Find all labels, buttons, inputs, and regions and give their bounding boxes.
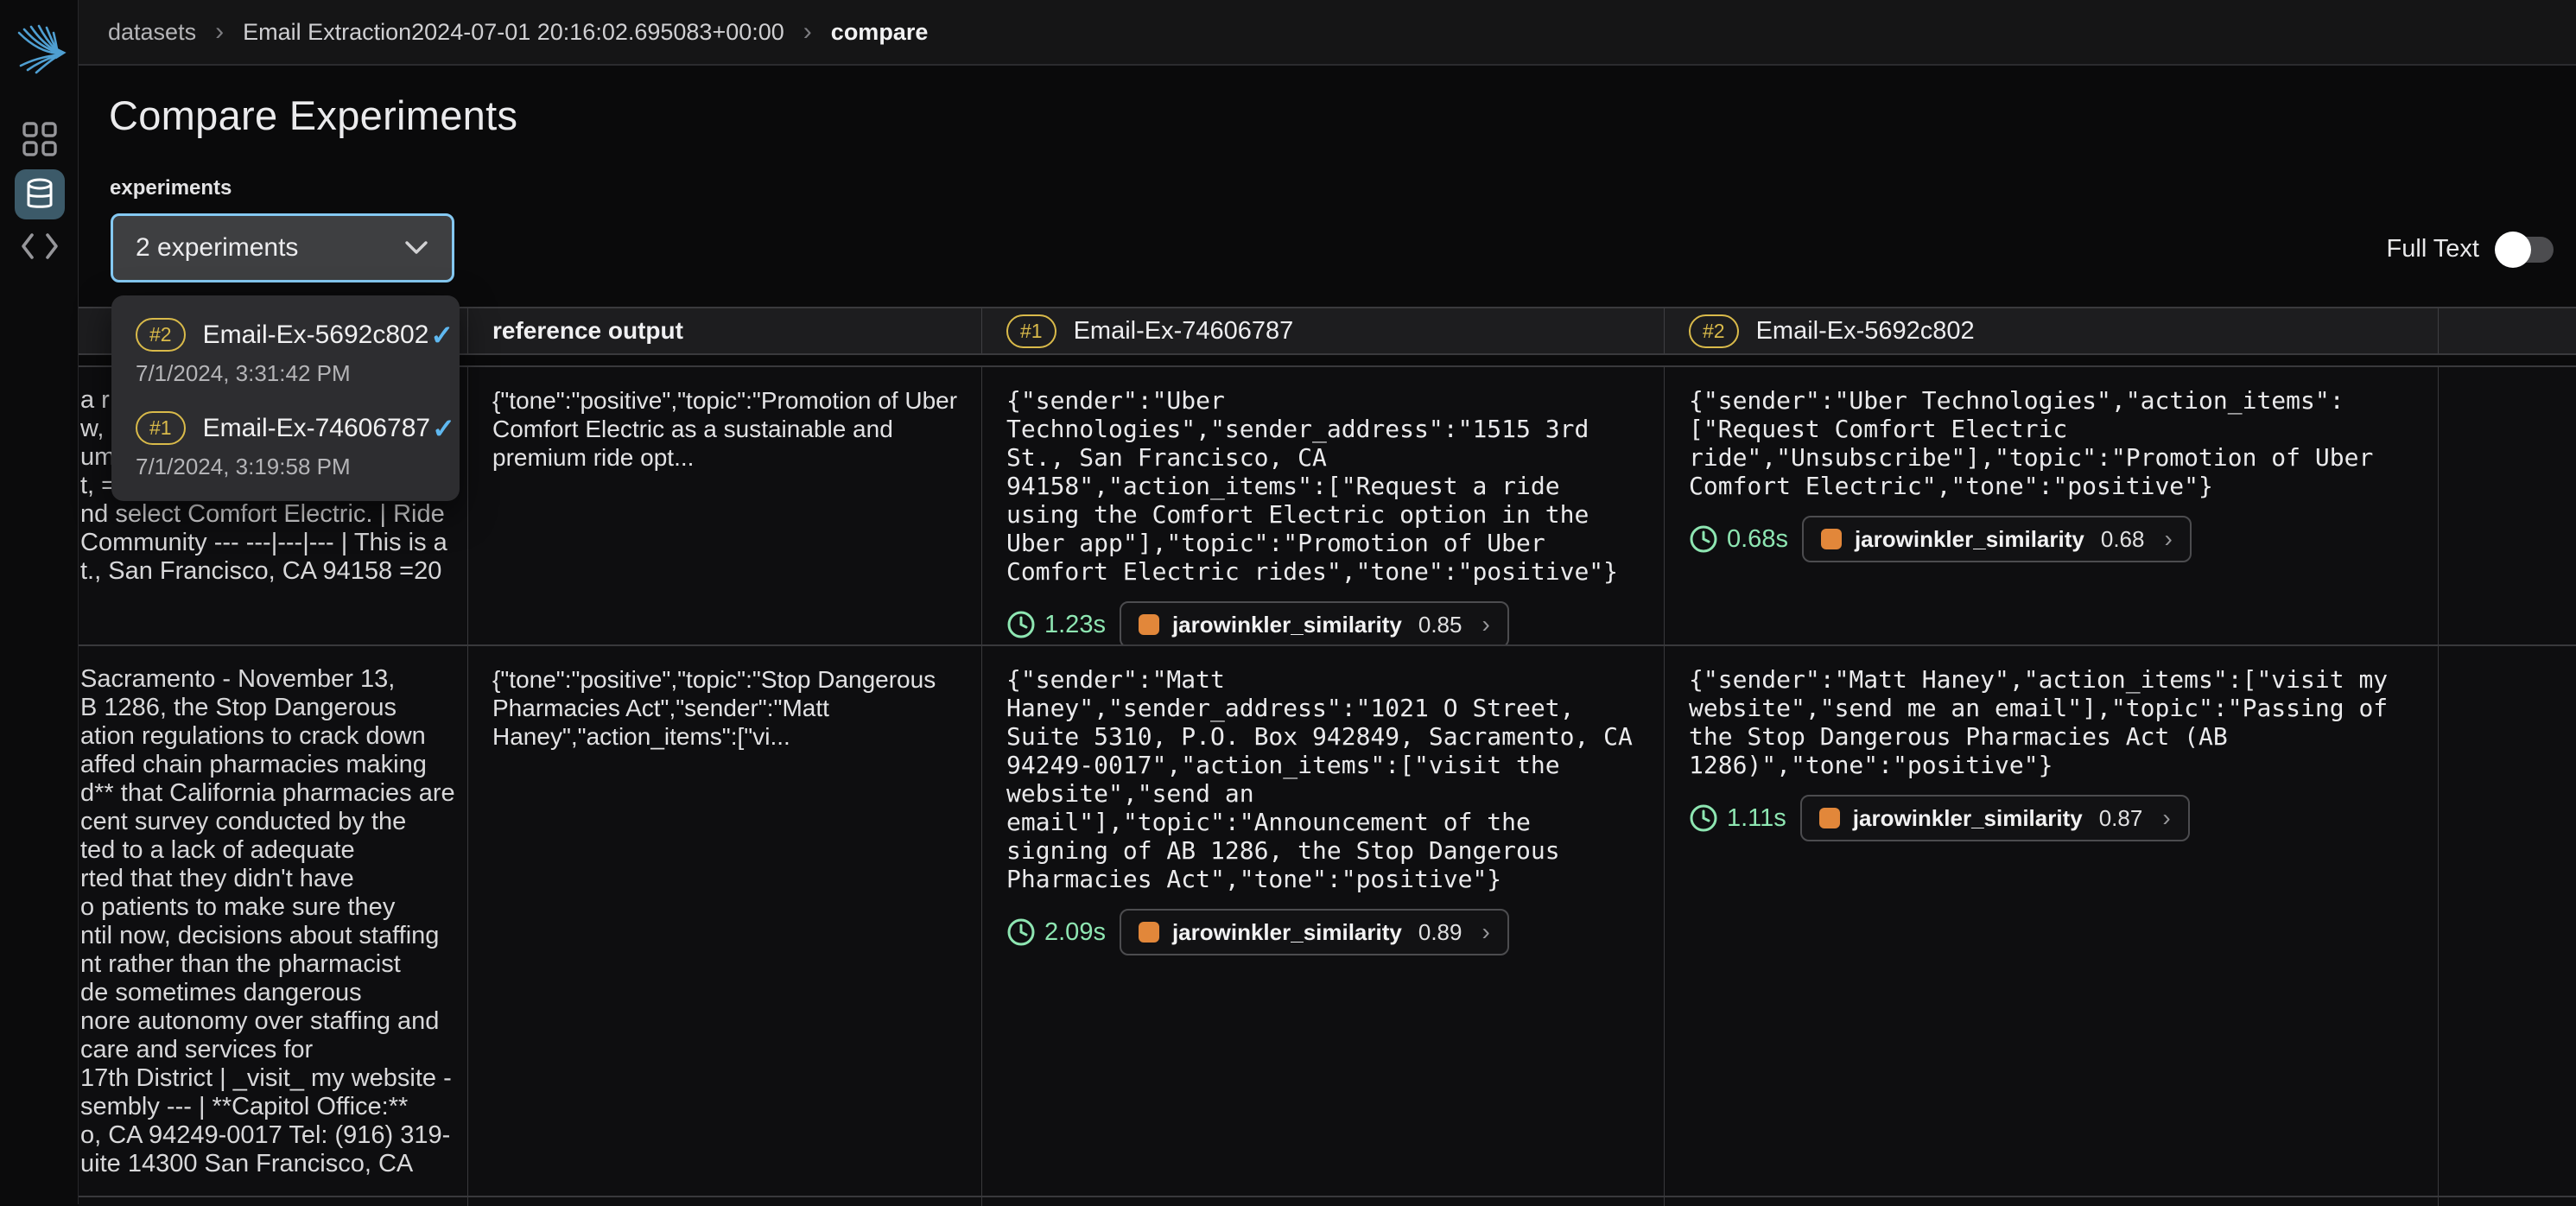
- sidebar: [0, 0, 79, 1204]
- bird-logo-icon: [12, 21, 67, 78]
- sidebar-item-playground[interactable]: [0, 232, 79, 261]
- cell-input: Sacramento - November 13, B 1286, the St…: [79, 646, 468, 1196]
- metric-name: jarowinkler_similarity: [1172, 919, 1402, 946]
- metric-name: jarowinkler_similarity: [1853, 805, 2083, 832]
- header-extra-column: [2439, 308, 2576, 353]
- metric-color-swatch-icon: [1139, 922, 1159, 943]
- breadcrumb-compare: compare: [831, 19, 929, 46]
- metric-name: jarowinkler_similarity: [1855, 526, 2084, 553]
- experiments-dropdown-menu: #2 Email-Ex-5692c802 ✓ 7/1/2024, 3:31:42…: [111, 295, 460, 501]
- chevron-right-icon: ›: [2162, 804, 2170, 832]
- cell-experiment-1-output: {"sender":"Uber Technologies","sender_ad…: [982, 367, 1665, 644]
- metric-score: 0.85: [1418, 612, 1462, 638]
- header-experiment-1[interactable]: #1 Email-Ex-74606787: [982, 308, 1665, 353]
- sidebar-item-home[interactable]: [0, 121, 79, 157]
- experiment-option-name: Email-Ex-74606787: [203, 414, 430, 443]
- run-feedback: 1.23s jarowinkler_similarity 0.85 ›: [1006, 601, 1643, 644]
- latency: 0.68s: [1689, 524, 1788, 554]
- metric-score: 0.87: [2099, 805, 2143, 832]
- breadcrumb-datasets[interactable]: datasets: [108, 19, 196, 46]
- database-icon: [24, 178, 55, 211]
- chevron-down-icon: [403, 239, 429, 257]
- feedback-chip[interactable]: jarowinkler_similarity 0.68 ›: [1802, 516, 2192, 562]
- experiment-name: Email-Ex-74606787: [1074, 317, 1294, 346]
- experiment-output-json: {"sender":"Uber Technologies","sender_ad…: [1006, 386, 1643, 586]
- chevron-right-icon: ›: [2164, 525, 2172, 553]
- metric-color-swatch-icon: [1821, 529, 1842, 549]
- reference-output-text: {"tone":"positive","topic":"Stop Dangero…: [492, 665, 961, 751]
- experiment-rank-badge: #1: [136, 411, 186, 445]
- code-brackets-icon: [20, 232, 60, 261]
- breadcrumb-dataset-name[interactable]: Email Extraction2024-07-01 20:16:02.6950…: [243, 19, 784, 46]
- clock-icon: [1689, 803, 1718, 833]
- cell-extra: [2439, 646, 2576, 1196]
- topbar: datasets › Email Extraction2024-07-01 20…: [79, 0, 2576, 66]
- experiments-select-label: experiments: [110, 176, 232, 200]
- experiment-name: Email-Ex-5692c802: [1756, 317, 1975, 346]
- experiment-option[interactable]: #2 Email-Ex-5692c802 ✓ 7/1/2024, 3:31:42…: [111, 313, 460, 399]
- check-icon: ✓: [430, 319, 454, 352]
- experiment-option-timestamp: 7/1/2024, 3:19:58 PM: [136, 454, 439, 480]
- reference-output-text: {"tone":"positive","topic":"Promotion of…: [492, 386, 961, 472]
- feedback-chip[interactable]: jarowinkler_similarity 0.89 ›: [1120, 909, 1509, 955]
- experiment-rank-badge: #2: [1689, 314, 1739, 348]
- latency: 1.11s: [1689, 803, 1786, 833]
- cell-reference-output: {"tone":"positive","topic":"Promotion of…: [468, 367, 982, 644]
- clock-icon: [1006, 610, 1036, 639]
- latency-value: 0.68s: [1727, 525, 1788, 554]
- latency-value: 1.11s: [1727, 804, 1786, 833]
- input-text: Sacramento - November 13, B 1286, the St…: [79, 646, 467, 1178]
- breadcrumb-separator-icon: ›: [215, 19, 224, 45]
- experiment-output-json: {"sender":"Matt Haney","sender_address":…: [1006, 665, 1643, 893]
- sidebar-item-datasets[interactable]: [0, 169, 79, 219]
- breadcrumb-separator-icon: ›: [803, 19, 812, 45]
- grid-icon: [22, 121, 58, 157]
- metric-score: 0.68: [2101, 526, 2145, 553]
- chevron-right-icon: ›: [1482, 611, 1489, 638]
- table-row-clipped: [79, 1197, 2576, 1206]
- reference-output-label: reference output: [492, 317, 683, 345]
- latency: 2.09s: [1006, 917, 1106, 947]
- experiment-option-timestamp: 7/1/2024, 3:31:42 PM: [136, 360, 439, 387]
- full-text-toggle[interactable]: [2498, 237, 2554, 263]
- experiment-rank-badge: #2: [136, 318, 186, 352]
- latency-value: 1.23s: [1044, 611, 1106, 639]
- feedback-chip[interactable]: jarowinkler_similarity 0.87 ›: [1800, 795, 2190, 841]
- experiment-rank-badge: #1: [1006, 314, 1056, 348]
- metric-score: 0.89: [1418, 919, 1462, 946]
- full-text-control: Full Text: [2387, 235, 2554, 263]
- cell-experiment-1-output: {"sender":"Matt Haney","sender_address":…: [982, 646, 1665, 1196]
- table-row[interactable]: Sacramento - November 13, B 1286, the St…: [79, 646, 2576, 1197]
- cell-experiment-2-output: {"sender":"Uber Technologies","action_it…: [1665, 367, 2439, 644]
- feedback-chip[interactable]: jarowinkler_similarity 0.85 ›: [1120, 601, 1509, 644]
- cell-reference-output: {"tone":"positive","topic":"Stop Dangero…: [468, 646, 982, 1196]
- experiment-option[interactable]: #1 Email-Ex-74606787 ✓ 7/1/2024, 3:19:58…: [111, 406, 460, 492]
- run-feedback: 2.09s jarowinkler_similarity 0.89 ›: [1006, 909, 1643, 955]
- header-reference-output: reference output: [468, 308, 982, 353]
- full-text-label: Full Text: [2387, 235, 2479, 263]
- check-icon: ✓: [432, 412, 455, 445]
- run-feedback: 0.68s jarowinkler_similarity 0.68 ›: [1689, 516, 2417, 562]
- clock-icon: [1689, 524, 1718, 554]
- latency-value: 2.09s: [1044, 918, 1106, 947]
- page-title: Compare Experiments: [109, 92, 517, 139]
- experiment-output-json: {"sender":"Matt Haney","action_items":["…: [1689, 665, 2417, 779]
- header-experiment-2[interactable]: #2 Email-Ex-5692c802: [1665, 308, 2439, 353]
- selected-nav-highlight: [15, 169, 65, 219]
- latency: 1.23s: [1006, 610, 1106, 639]
- chevron-right-icon: ›: [1482, 918, 1489, 946]
- metric-name: jarowinkler_similarity: [1172, 612, 1402, 638]
- toggle-knob: [2495, 232, 2531, 268]
- metric-color-swatch-icon: [1819, 808, 1840, 828]
- metric-color-swatch-icon: [1139, 614, 1159, 635]
- experiments-select-value: 2 experiments: [136, 233, 403, 263]
- experiment-option-name: Email-Ex-5692c802: [203, 321, 429, 350]
- clock-icon: [1006, 917, 1036, 947]
- experiment-output-json: {"sender":"Uber Technologies","action_it…: [1689, 386, 2417, 500]
- langsmith-logo[interactable]: [0, 21, 79, 78]
- experiments-select[interactable]: 2 experiments: [111, 213, 454, 282]
- run-feedback: 1.11s jarowinkler_similarity 0.87 ›: [1689, 795, 2417, 841]
- cell-extra: [2439, 367, 2576, 644]
- cell-experiment-2-output: {"sender":"Matt Haney","action_items":["…: [1665, 646, 2439, 1196]
